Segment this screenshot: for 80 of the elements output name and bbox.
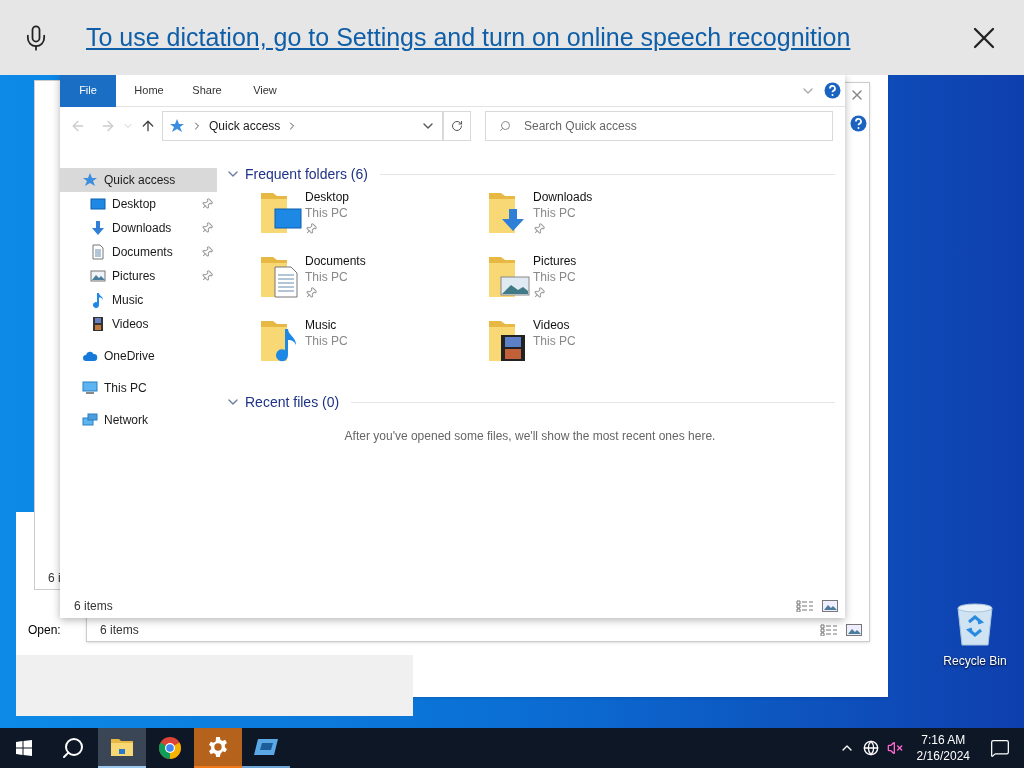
clock-time: 7:16 AM [921,732,966,748]
picture-icon [90,268,106,284]
settings-link[interactable]: To use dictation, go to Settings and turn on online speech recognition [86,18,851,57]
folder-location: This PC [533,205,577,221]
search-icon [499,120,511,132]
folder-name: Music [305,317,338,333]
open-label: Open: [28,622,61,639]
folder-tile[interactable]: Desktop This PC [259,189,487,253]
search-icon [61,736,85,760]
status-text: 6 items [74,598,113,615]
nav-item[interactable]: Desktop [60,192,217,216]
nav-item[interactable]: Network [60,408,217,432]
large-icons-view-icon[interactable] [846,624,862,636]
folder-name: Videos [533,317,571,333]
document-icon [90,244,106,260]
taskbar-app[interactable] [98,728,146,768]
folder-tile[interactable]: Music This PC [259,317,487,381]
taskbar-app[interactable] [194,728,242,768]
large-icons-view-icon[interactable] [822,600,838,612]
star-icon [169,118,185,134]
folder-location: This PC [305,269,349,285]
ribbon-tab[interactable]: File [60,74,116,107]
windows-logo-icon [16,740,32,756]
status-text: 6 items [100,622,139,639]
nav-item[interactable]: Quick access [60,168,217,192]
nav-item[interactable]: OneDrive [60,344,217,368]
nav-item[interactable]: Videos [60,312,217,336]
up-icon[interactable] [140,118,156,134]
section-header[interactable]: Recent files (0) [245,391,340,413]
status-text: 6 i [48,570,62,587]
refresh-button[interactable] [443,111,471,141]
nav-item[interactable]: Music [60,288,217,312]
chrome-icon [158,736,182,760]
notifications-icon [990,738,1010,758]
nav-item[interactable]: This PC [60,376,217,400]
folder-tile[interactable]: Videos This PC [487,317,715,381]
ribbon-tab[interactable]: Share [178,74,236,107]
folder-tile[interactable]: Downloads This PC [487,189,715,253]
folder-location: This PC [305,333,348,349]
help-icon[interactable] [850,115,867,132]
clock-date: 2/16/2024 [916,748,970,764]
nav-item[interactable]: Downloads [60,216,217,240]
recycle-bin-icon [955,602,995,646]
details-view-icon[interactable] [820,624,838,636]
folder-name: Pictures [533,253,577,269]
folder-name: Documents [305,253,366,269]
desktop-icon[interactable]: Recycle Bin [940,602,1010,670]
folder-tile[interactable]: Pictures This PC [487,253,715,317]
empty-message: After you've opened some files, we'll show the most recent ones here. [344,428,716,445]
desktop-icon-label: Recycle Bin [943,653,1007,670]
folder-tile[interactable]: Documents This PC [259,253,487,317]
muted-speaker-icon[interactable] [886,740,903,756]
monitor-icon [82,380,98,396]
folder-name: Downloads [533,189,593,205]
download-arrow-icon [90,220,106,236]
film-icon [90,316,106,332]
section-header[interactable]: Frequent folders (6) [245,163,368,185]
details-view-icon[interactable] [796,600,814,612]
globe-icon[interactable] [862,740,879,756]
folder-icon [110,737,134,757]
ribbon-tab[interactable]: View [236,74,294,107]
nav-item[interactable]: Documents [60,240,217,264]
desktop-icon [90,196,106,212]
breadcrumb[interactable]: Quick access [209,117,281,135]
address-bar[interactable]: Quick access [162,111,443,141]
nav-item[interactable]: Pictures [60,264,217,288]
folder-name: Desktop [305,189,350,205]
refresh-icon [451,120,463,132]
clock[interactable]: 7:16 AM 2/16/2024 [910,732,976,764]
folder-location: This PC [533,333,576,349]
window-app-icon [253,737,279,757]
network-icon [82,412,98,428]
folder-location: This PC [305,205,349,221]
folder-location: This PC [533,269,577,285]
gear-icon [207,736,229,758]
search-field[interactable]: Search Quick access [485,111,833,141]
ribbon-tab[interactable]: Home [120,74,178,107]
help-icon[interactable] [824,82,841,99]
star-icon [82,172,98,188]
music-note-icon [90,292,106,308]
